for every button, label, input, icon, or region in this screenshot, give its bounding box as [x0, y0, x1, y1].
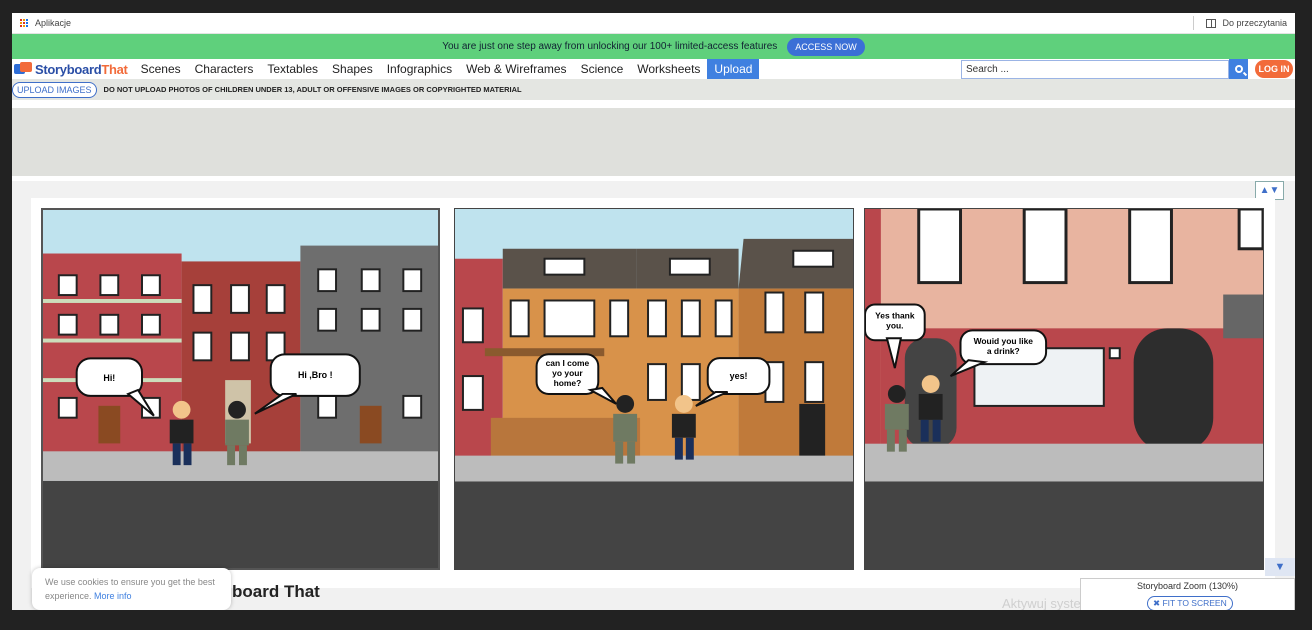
speech-bubble-line: you. [886, 320, 903, 330]
bookmarks-divider [1193, 16, 1195, 30]
nav-menu: Scenes Characters Textables Shapes Infog… [134, 59, 760, 79]
reading-list-icon [1206, 18, 1217, 28]
nav-item-characters[interactable]: Characters [188, 59, 261, 79]
apps-grid-icon [20, 18, 29, 28]
storyboard-cell-1[interactable]: Hi! Hi ,Bro ! [41, 208, 440, 570]
speech-bubble-line: yo your [552, 368, 583, 378]
nav-item-textables[interactable]: Textables [260, 59, 325, 79]
promo-banner: You are just one step away from unlockin… [12, 34, 1295, 59]
upload-images-button[interactable]: UPLOAD IMAGES [12, 81, 97, 98]
nav-item-worksheets[interactable]: Worksheets [630, 59, 707, 79]
scroll-down-button[interactable]: ▼ [1265, 558, 1295, 576]
cell-3-scene: Yes thank you. Wouid you like a drink? [865, 209, 1263, 569]
nav-item-upload[interactable]: Upload [707, 59, 760, 79]
storyboard-cell-3[interactable]: Yes thank you. Wouid you like a drink? [864, 208, 1264, 570]
cookie-more-info-link[interactable]: More info [94, 591, 132, 601]
storyboard-title: board That [232, 582, 320, 601]
nav-item-science[interactable]: Science [574, 59, 631, 79]
logo-icon [14, 62, 32, 76]
cell-2-bubble-2: yes! [730, 371, 748, 381]
zoom-label: Storyboard Zoom (130%) [1136, 581, 1239, 591]
nav-item-web-wireframes[interactable]: Web & Wireframes [459, 59, 573, 79]
logo-text: StoryboardThat [35, 61, 128, 77]
search-input[interactable]: Search ... [961, 60, 1229, 79]
zoom-panel: Storyboard Zoom (130%) ✖ FIT TO SCREEN [1080, 578, 1295, 610]
main-nav: StoryboardThat Scenes Characters Textabl… [12, 59, 1295, 79]
apps-bookmark[interactable]: Aplikacje [20, 18, 71, 28]
storyboard-cell-2[interactable]: can I come yo your home? yes! [454, 208, 854, 570]
bookmarks-bar: Aplikacje Do przeczytania [12, 13, 1295, 34]
speech-bubble-line: Wouid you like [974, 336, 1034, 346]
browser-viewport: Aplikacje Do przeczytania You are just o… [12, 13, 1295, 610]
promo-text: You are just one step away from unlockin… [442, 41, 778, 52]
search-icon [1234, 65, 1243, 73]
cell-1-bubble-2: Hi ,Bro ! [298, 370, 333, 380]
upload-bar: UPLOAD IMAGES DO NOT UPLOAD PHOTOS OF CH… [12, 79, 1295, 100]
speech-bubble-line: a drink? [987, 346, 1020, 356]
speech-bubble-line: home? [554, 378, 582, 388]
access-now-button[interactable]: ACCESS NOW [787, 37, 865, 56]
cell-1-scene: Hi! Hi ,Bro ! [43, 210, 438, 568]
nav-item-scenes[interactable]: Scenes [134, 59, 188, 79]
cell-2-scene: can I come yo your home? yes! [455, 209, 853, 569]
fit-to-screen-button[interactable]: ✖ FIT TO SCREEN [1147, 596, 1233, 610]
nav-item-infographics[interactable]: Infographics [380, 59, 459, 79]
storyboard-area: ▲▼ Hi! Hi ,Bro ! can I come yo your home… [12, 181, 1295, 610]
reading-list-label: Do przeczytania [1222, 18, 1287, 28]
storyboardthat-logo[interactable]: StoryboardThat [14, 62, 128, 77]
speech-bubble-line: Yes thank [875, 310, 915, 320]
fit-to-screen-label: FIT TO SCREEN [1162, 598, 1227, 608]
reading-list-button[interactable]: Do przeczytania [1193, 16, 1287, 30]
nav-item-shapes[interactable]: Shapes [325, 59, 380, 79]
ad-space [12, 108, 1295, 176]
apps-label: Aplikacje [35, 18, 72, 28]
cell-1-bubble-1: Hi! [103, 373, 115, 383]
speech-bubble-line: can I come [546, 358, 590, 368]
login-button[interactable]: LOG IN [1255, 60, 1293, 78]
cookie-notice: We use cookies to ensure you get the bes… [32, 568, 231, 610]
search-button[interactable] [1229, 59, 1248, 79]
upload-warning: DO NOT UPLOAD PHOTOS OF CHILDREN UNDER 1… [103, 85, 522, 94]
storyboard: Hi! Hi ,Bro ! can I come yo your home? y… [31, 198, 1275, 588]
